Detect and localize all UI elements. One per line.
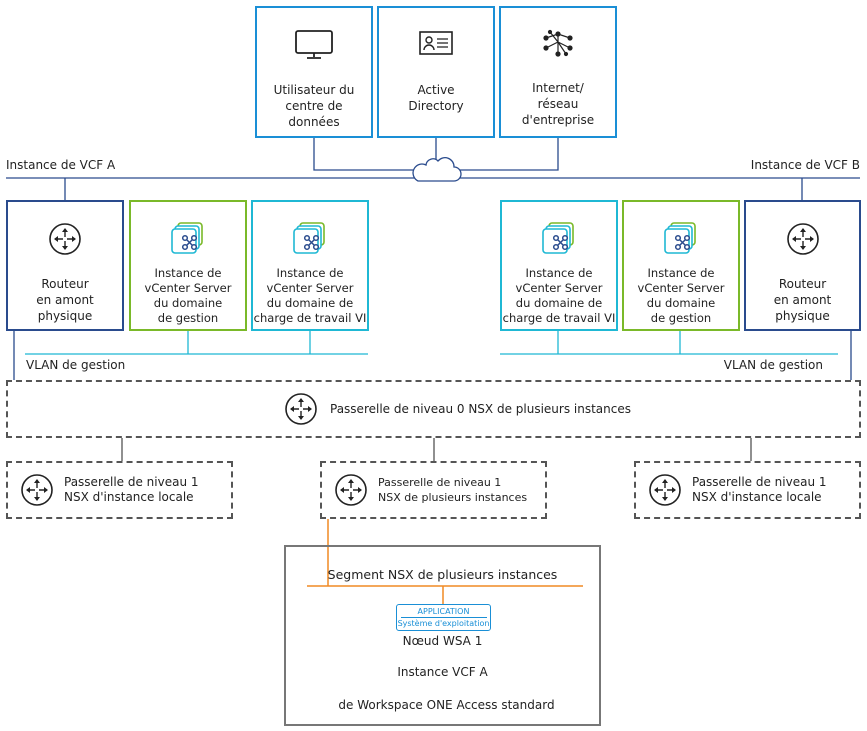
router-icon xyxy=(335,474,367,506)
vcenter-icon xyxy=(542,222,574,254)
router-icon xyxy=(21,474,53,506)
box-label: Internet/ réseau d'entreprise xyxy=(521,81,595,127)
vcenter-icon xyxy=(293,222,325,254)
cloud-icon xyxy=(412,157,462,182)
vcenter-icon xyxy=(171,222,203,254)
router-a-box: Routeur en amont physique xyxy=(6,200,124,331)
datacenter-user-box: Utilisateur du centre de données xyxy=(255,6,373,138)
box-label: Instance de vCenter Server du domaine de… xyxy=(144,266,232,325)
router-icon xyxy=(49,223,81,255)
id-card-icon xyxy=(419,31,453,55)
vcenter-vi-b-box: Instance de vCenter Server du domaine de… xyxy=(500,200,618,331)
tier1-label: Passerelle de niveau 1 NSX d'instance lo… xyxy=(692,475,827,504)
router-icon xyxy=(285,393,317,425)
monitor-icon xyxy=(295,30,333,59)
box-label: Instance de vCenter Server du domaine de… xyxy=(253,266,367,325)
vcenter-mgmt-b-box: Instance de vCenter Server du domaine de… xyxy=(622,200,740,331)
network-icon xyxy=(543,29,573,57)
vcenter-mgmt-a-box: Instance de vCenter Server du domaine de… xyxy=(129,200,247,331)
app-label: APPLICATION xyxy=(400,606,487,618)
active-directory-box: Active Directory xyxy=(377,6,495,138)
wsa-instance-label: Instance VCF A xyxy=(397,665,488,679)
vlan-b-label: VLAN de gestion xyxy=(723,358,823,372)
vlan-a-label: VLAN de gestion xyxy=(26,358,126,372)
box-label: Utilisateur du centre de données xyxy=(273,83,355,129)
router-icon xyxy=(786,223,819,255)
router-icon xyxy=(649,474,681,506)
router-b-box: Routeur en amont physique xyxy=(744,200,861,331)
tier0-gateway-box: Passerelle de niveau 0 NSX de plusieurs … xyxy=(6,380,861,438)
tier1-local-b-box: Passerelle de niveau 1 NSX d'instance lo… xyxy=(634,461,861,519)
box-label: Instance de vCenter Server du domaine de… xyxy=(637,266,725,325)
segment-label: Segment NSX de plusieurs instances xyxy=(327,567,558,582)
box-label: Routeur en amont physique xyxy=(773,277,832,323)
instance-a-label: Instance de VCF A xyxy=(6,158,116,172)
box-label: Routeur en amont physique xyxy=(36,277,94,323)
wsa-node-label: Nœud WSA 1 xyxy=(402,634,483,648)
os-label: Système d'exploitation xyxy=(397,619,490,628)
tier1-multi-box: Passerelle de niveau 1 NSX de plusieurs … xyxy=(320,461,547,519)
tier1-label: Passerelle de niveau 1 NSX de plusieurs … xyxy=(378,476,528,504)
box-label: Instance de vCenter Server du domaine de… xyxy=(502,266,616,325)
instance-b-label: Instance de VCF B xyxy=(750,158,860,172)
box-label: Active Directory xyxy=(408,83,464,113)
vcenter-icon xyxy=(664,222,696,254)
wsa-product-label: de Workspace ONE Access standard xyxy=(338,698,555,712)
tier1-label: Passerelle de niveau 1 NSX d'instance lo… xyxy=(64,475,199,504)
diagram: Utilisateur du centre de données Active … xyxy=(0,0,867,731)
tier1-local-a-box: Passerelle de niveau 1 NSX d'instance lo… xyxy=(6,461,233,519)
app-os-box: APPLICATION Système d'exploitation xyxy=(396,604,491,631)
internet-box: Internet/ réseau d'entreprise xyxy=(499,6,617,138)
vcenter-vi-a-box: Instance de vCenter Server du domaine de… xyxy=(251,200,369,331)
tier0-label: Passerelle de niveau 0 NSX de plusieurs … xyxy=(330,401,631,416)
